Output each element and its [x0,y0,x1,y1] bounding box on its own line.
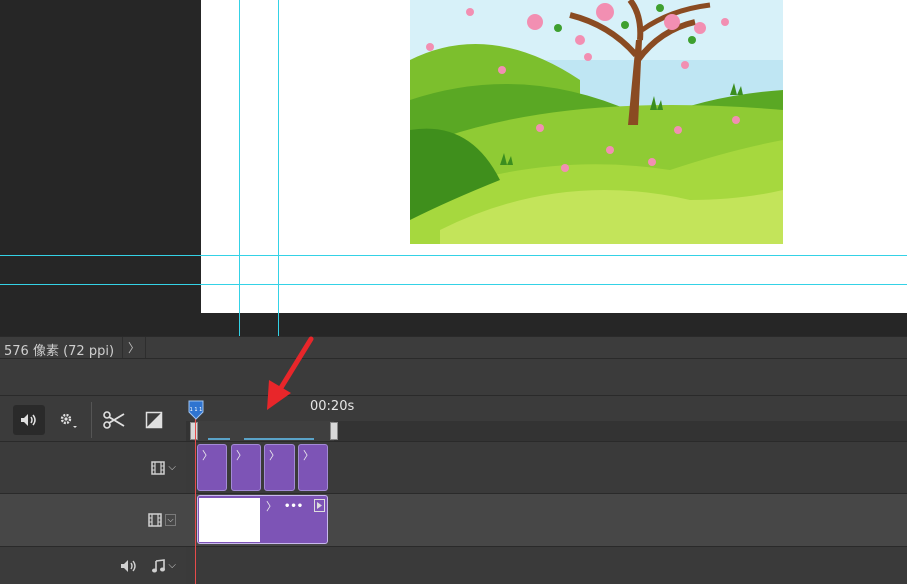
photoshop-window: { "status_bar": { "doc_info": "576 像素 (7… [0,0,907,584]
toolbar-divider [91,402,92,438]
split-at-playhead-button[interactable] [98,405,130,435]
chevron-down-icon[interactable]: ⌵ [168,462,176,473]
video-track-1[interactable]: 〉 〉 〉 〉 [186,442,907,494]
video-clip[interactable]: 〉 [197,444,227,491]
pasteboard [0,313,907,336]
playhead-line [195,415,196,584]
clip-end-icon[interactable] [314,499,325,512]
horizontal-guide[interactable] [0,255,907,256]
status-bar: 576 像素 (72 ppi) 〉 [0,336,907,359]
workspace [0,0,907,336]
transition-button[interactable] [138,405,170,435]
render-indicator [208,438,230,440]
work-area-bar[interactable] [186,421,907,442]
video-clip-selected[interactable]: 〉 ••• [197,495,328,544]
clip-expand-chevron[interactable]: 〉 [266,498,277,514]
film-icon [151,460,166,475]
playback-settings-button[interactable] [52,405,84,435]
clip-expand-chevron[interactable]: 〉 [236,447,247,463]
video-clip[interactable]: 〉 [264,444,295,491]
video-track-1-header[interactable]: ⌵ [0,442,186,494]
vertical-guide[interactable] [278,0,279,336]
vertical-guide[interactable] [239,0,240,336]
chevron-down-icon[interactable]: ⌵ [168,560,176,571]
work-area-start-handle[interactable] [190,422,198,440]
playhead[interactable]: 1 1 1 [188,400,204,424]
film-icon [148,513,162,527]
scissors-icon [103,411,125,429]
tree-artwork-image [410,0,783,244]
speaker-icon [21,414,36,426]
status-menu-arrow[interactable]: 〉 [122,337,146,359]
clip-expand-chevron[interactable]: 〉 [303,447,314,463]
mute-audio-button[interactable] [13,405,45,435]
arrow-annotation-icon [267,336,314,410]
speaker-icon[interactable] [120,559,137,573]
clip-thumbnail [199,498,260,542]
timeline-controls [0,395,186,442]
chevron-down-icon[interactable]: ⌵ [165,514,176,526]
timeline-panel-header [0,358,907,395]
audio-track-header[interactable]: ⌵ [0,547,186,584]
svg-text:1 1 1: 1 1 1 [190,407,203,413]
work-area-end-handle[interactable] [330,422,338,440]
video-track-2-header[interactable]: ⌵ [0,494,186,547]
clip-expand-chevron[interactable]: 〉 [269,447,280,463]
video-clip[interactable]: 〉 [231,444,261,491]
document-info: 576 像素 (72 ppi) [4,344,115,359]
music-note-icon [152,558,166,572]
clip-more-icon[interactable]: ••• [284,501,303,512]
horizontal-guide[interactable] [0,284,907,285]
audio-track-range[interactable] [186,547,330,584]
render-indicator [244,438,314,440]
transition-icon [145,411,163,429]
video-clip[interactable]: 〉 [298,444,328,491]
gear-icon [60,413,77,428]
clip-expand-chevron[interactable]: 〉 [202,447,213,463]
